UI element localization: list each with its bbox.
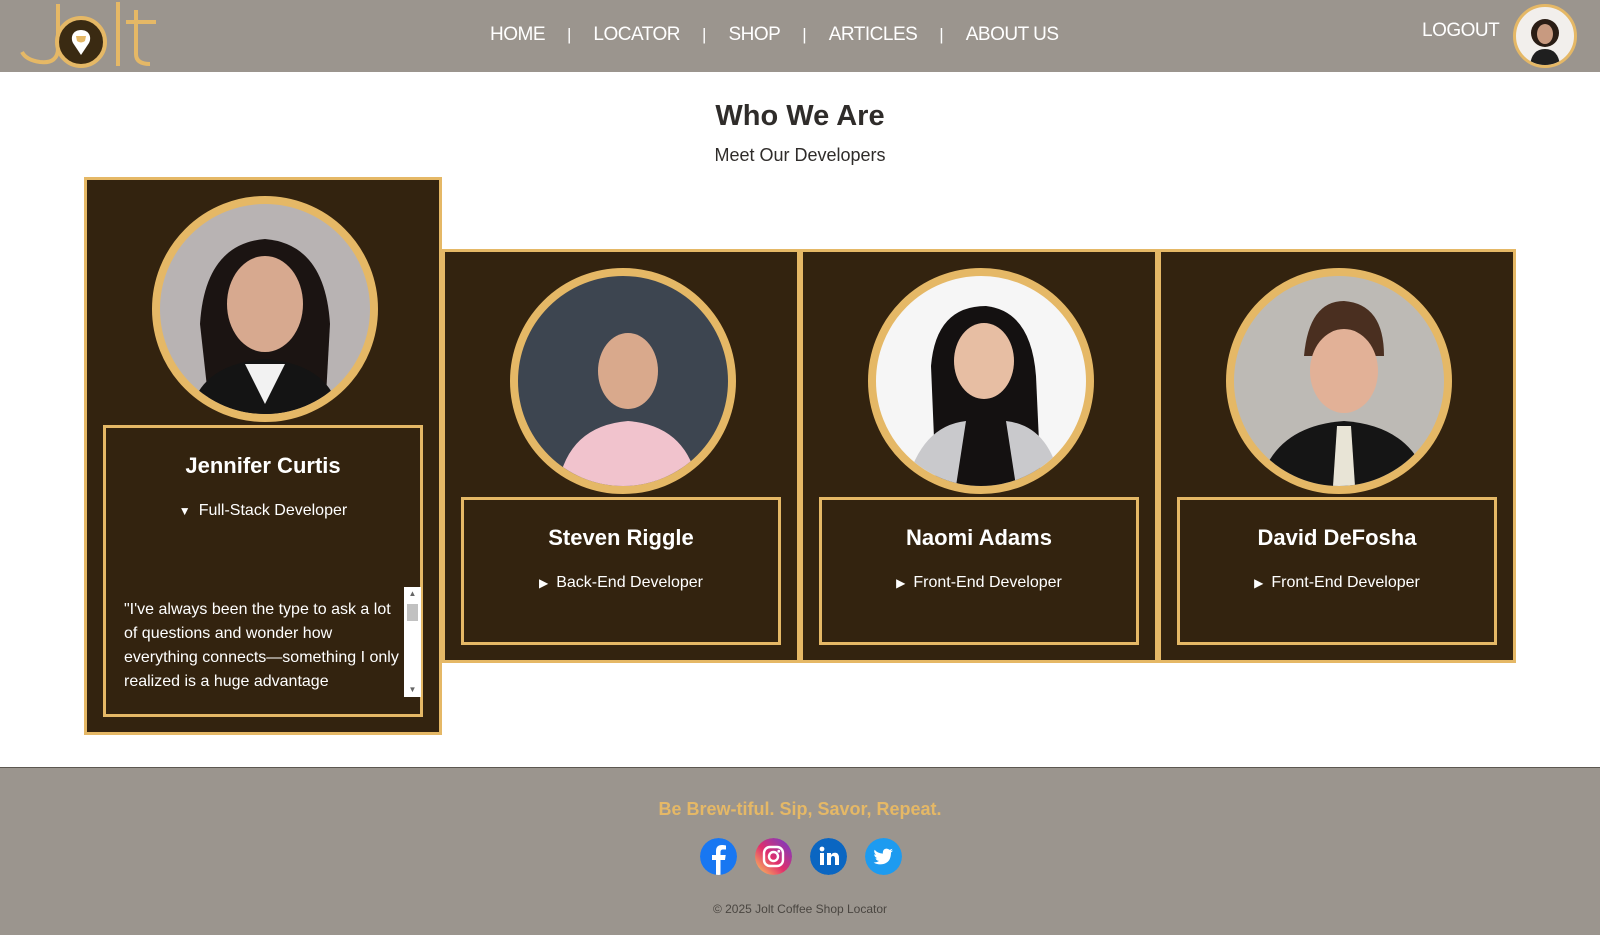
role-toggle[interactable]: ▶ Back-End Developer <box>464 574 778 592</box>
user-avatar[interactable] <box>1513 4 1577 68</box>
developer-card: David DeFosha ▶ Front-End Developer <box>1158 249 1516 663</box>
nav-locator[interactable]: LOCATOR <box>593 24 680 46</box>
developer-role: Full-Stack Developer <box>198 502 348 519</box>
developer-info: Jennifer Curtis ▼ Full-Stack Developer "I… <box>103 425 423 717</box>
about-page: HOME | LOCATOR | SHOP | ARTICLES | ABOUT… <box>0 0 1600 935</box>
twitter-icon[interactable] <box>865 838 902 875</box>
nav-separator: | <box>939 25 944 44</box>
developer-name: Steven Riggle <box>548 525 694 550</box>
nav-separator: | <box>802 25 807 44</box>
caret-right-icon: ▶ <box>1254 576 1264 590</box>
page-subtitle: Meet Our Developers <box>714 145 886 165</box>
footer-tagline: Be Brew-tiful. Sip, Savor, Repeat. <box>658 799 942 819</box>
bio-scrollbar[interactable]: ▲ ▼ <box>404 587 421 697</box>
developer-role: Back-End Developer <box>556 574 703 591</box>
role-toggle[interactable]: ▶ Front-End Developer <box>1180 574 1494 592</box>
developer-card: Steven Riggle ▶ Back-End Developer <box>442 249 800 663</box>
social-links <box>700 838 902 875</box>
instagram-icon[interactable] <box>755 838 792 875</box>
logout-link[interactable]: LOGOUT <box>1422 20 1500 42</box>
nav-shop[interactable]: SHOP <box>728 24 780 46</box>
copyright-text: © 2025 Jolt Coffee Shop Locator <box>712 902 888 916</box>
developer-photo <box>868 268 1094 494</box>
developer-bio: "I've always been the type to ask a lot … <box>124 601 399 690</box>
role-toggle[interactable]: ▼ Full-Stack Developer <box>106 502 420 520</box>
developer-role: Front-End Developer <box>913 574 1062 591</box>
caret-right-icon: ▶ <box>896 576 906 590</box>
nav-about-us[interactable]: ABOUT US <box>966 24 1059 46</box>
role-toggle[interactable]: ▶ Front-End Developer <box>822 574 1136 592</box>
developer-card: Naomi Adams ▶ Front-End Developer <box>800 249 1158 663</box>
caret-down-icon: ▼ <box>178 504 191 518</box>
nav-separator: | <box>702 25 707 44</box>
developer-info: Naomi Adams ▶ Front-End Developer <box>819 497 1139 645</box>
developer-photo <box>510 268 736 494</box>
footer: Be Brew-tiful. Sip, Savor, Repeat. © 202… <box>0 767 1600 935</box>
nav-articles[interactable]: ARTICLES <box>829 24 918 46</box>
developer-info: David DeFosha ▶ Front-End Developer <box>1177 497 1497 645</box>
top-navbar: HOME | LOCATOR | SHOP | ARTICLES | ABOUT… <box>0 0 1600 72</box>
linkedin-icon[interactable] <box>810 838 847 875</box>
developer-role: Front-End Developer <box>1271 574 1420 591</box>
scrollbar-thumb[interactable] <box>407 604 418 621</box>
developer-name: David DeFosha <box>1257 525 1417 550</box>
scroll-up-icon[interactable]: ▲ <box>404 588 421 600</box>
main-nav: HOME | LOCATOR | SHOP | ARTICLES | ABOUT… <box>490 20 1059 50</box>
scroll-down-icon[interactable]: ▼ <box>404 684 421 696</box>
nav-separator: | <box>567 25 572 44</box>
developer-name: Naomi Adams <box>906 525 1052 550</box>
developer-name: Jennifer Curtis <box>185 453 341 478</box>
facebook-icon[interactable] <box>700 838 737 875</box>
developer-card: Jennifer Curtis ▼ Full-Stack Developer "I… <box>84 177 442 735</box>
jolt-logo[interactable] <box>18 0 166 70</box>
developer-info: Steven Riggle ▶ Back-End Developer <box>461 497 781 645</box>
page-title: Who We Are <box>715 100 885 132</box>
nav-home[interactable]: HOME <box>490 24 546 46</box>
developer-photo <box>1226 268 1452 494</box>
caret-right-icon: ▶ <box>539 576 549 590</box>
developer-photo <box>152 196 378 422</box>
